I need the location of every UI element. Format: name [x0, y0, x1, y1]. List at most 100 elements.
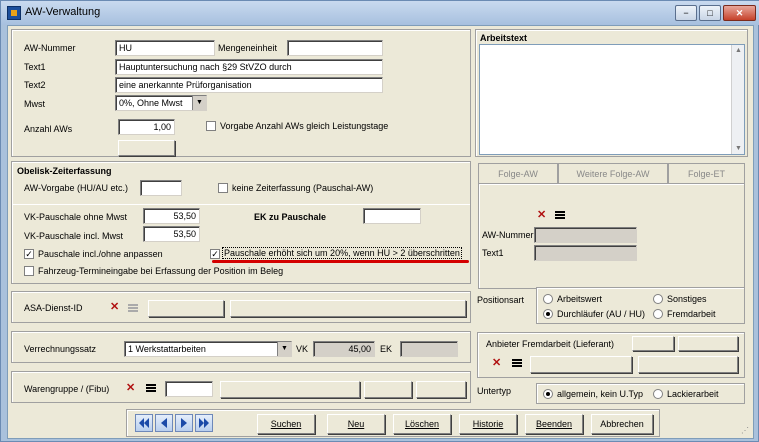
verrechnung-ek-label: EK — [380, 344, 393, 354]
scroll-up-icon[interactable]: ▲ — [735, 47, 742, 54]
mwst-select[interactable]: 0%, Ohne Mwst ▼ — [115, 95, 207, 111]
vorgabe-anzahl-label: Vorgabe Anzahl AWs gleich Leistungstage — [220, 121, 389, 131]
untertyp-label: Untertyp — [477, 386, 512, 396]
warengruppe-field-3[interactable] — [416, 381, 466, 398]
radio-allgemein[interactable] — [543, 389, 553, 399]
erhoeht-label: Pauschale erhöht sich um 20%, wenn HU > … — [222, 247, 462, 259]
radio-durchlaeufer[interactable] — [543, 309, 553, 319]
text2-label: Text2 — [24, 80, 46, 90]
radio-lackierarbeit[interactable] — [653, 389, 663, 399]
anzahl-extra-button[interactable] — [118, 140, 175, 156]
asa-id-field[interactable] — [148, 300, 224, 317]
positionsart-label: Positionsart — [477, 295, 525, 305]
historie-button[interactable]: Historie — [459, 414, 517, 434]
radio-fremdarbeit[interactable] — [653, 309, 663, 319]
text2-input[interactable]: eine anerkannte Prüforganisation — [115, 77, 383, 93]
warengruppe-field-2[interactable] — [364, 381, 412, 398]
verrechnung-vk-input[interactable]: 45,00 — [313, 341, 375, 357]
minimize-button[interactable]: − — [675, 5, 697, 21]
prev-record-icon[interactable] — [155, 414, 173, 432]
beenden-button[interactable]: Beenden — [525, 414, 583, 434]
delete-x-icon[interactable]: ✕ — [126, 381, 135, 394]
anzahl-aws-input[interactable]: 1,00 — [118, 119, 175, 135]
tab-folge-aw[interactable]: Folge-AW — [478, 163, 558, 183]
anpassen-checkbox[interactable]: ✓ — [24, 249, 34, 259]
untertyp-group: allgemein, kein U.Typ Lackierarbeit — [536, 383, 745, 404]
verrechnung-value: 1 Werkstattarbeiten — [128, 344, 206, 354]
delete-x-icon[interactable]: ✕ — [110, 300, 119, 313]
anbieter-field-2[interactable] — [678, 336, 738, 351]
mwst-label: Mwst — [24, 99, 45, 109]
termin-checkbox[interactable] — [24, 266, 34, 276]
list-icon[interactable] — [512, 359, 522, 367]
delete-x-icon[interactable]: ✕ — [492, 356, 501, 369]
arbeitstext-scrollbar[interactable]: ▲ ▼ — [731, 45, 744, 154]
aw-vorgabe-input[interactable] — [140, 180, 182, 196]
anbieter-field-1[interactable] — [632, 336, 674, 351]
neu-button-label: Neu — [347, 419, 365, 429]
aw-nummer-input[interactable]: HU — [115, 40, 215, 56]
vorgabe-anzahl-checkbox[interactable] — [206, 121, 216, 131]
mwst-value: 0%, Ohne Mwst — [119, 98, 183, 108]
scroll-down-icon[interactable]: ▼ — [735, 145, 742, 152]
radio-sonstiges[interactable] — [653, 294, 663, 304]
verrechnung-ek-input[interactable] — [400, 341, 458, 357]
resize-grip-icon[interactable]: ⋰ — [741, 426, 751, 436]
asa-text-field[interactable] — [230, 300, 466, 317]
highlight-underline — [212, 260, 469, 263]
vk-incl-label: VK-Pauschale incl. Mwst — [24, 231, 124, 241]
text1-input[interactable]: Hauptuntersuchung nach §29 StVZO durch — [115, 59, 383, 75]
folge-aw-nummer-input[interactable] — [534, 227, 637, 243]
maximize-button[interactable]: □ — [699, 5, 721, 21]
list-icon[interactable] — [555, 211, 565, 219]
anbieter-text-field[interactable] — [638, 356, 738, 373]
erhoeht-checkbox[interactable]: ✓ — [210, 249, 220, 259]
anbieter-name-field[interactable] — [530, 356, 632, 373]
keine-zeiterfassung-label: keine Zeiterfassung (Pauschal-AW) — [232, 183, 374, 193]
first-record-icon[interactable] — [135, 414, 153, 432]
chevron-down-icon[interactable]: ▼ — [277, 342, 291, 356]
anbieter-panel: Anbieter Fremdarbeit (Lieferant) ✕ — [477, 332, 745, 378]
chevron-down-icon[interactable]: ▼ — [192, 96, 206, 110]
ek-pauschale-input[interactable] — [363, 208, 421, 224]
abbrechen-button[interactable]: Abbrechen — [591, 414, 653, 434]
keine-zeiterfassung-checkbox[interactable] — [218, 183, 228, 193]
delete-x-icon[interactable]: ✕ — [537, 208, 546, 221]
positionsart-group: Arbeitswert Sonstiges Durchläufer (AU / … — [536, 287, 745, 324]
warengruppe-text-field[interactable] — [220, 381, 360, 398]
radio-arbeitswert-label: Arbeitswert — [557, 294, 603, 304]
folge-text1-label: Text1 — [482, 248, 504, 258]
folge-tabs: Folge-AW Weitere Folge-AW Folge-ET ✕ AW-… — [478, 163, 745, 289]
tab-weitere-folge-aw[interactable]: Weitere Folge-AW — [558, 163, 668, 183]
folge-text1-input[interactable] — [534, 245, 637, 261]
loeschen-button[interactable]: Löschen — [393, 414, 451, 434]
vk-incl-input[interactable]: 53,50 — [143, 226, 200, 242]
verrechnung-select[interactable]: 1 Werkstattarbeiten ▼ — [124, 341, 292, 357]
suchen-button[interactable]: Suchen — [257, 414, 315, 434]
next-record-icon[interactable] — [175, 414, 193, 432]
window-title: AW-Verwaltung — [25, 6, 101, 18]
app-icon — [7, 6, 21, 20]
radio-durchlaeufer-label: Durchläufer (AU / HU) — [557, 309, 646, 319]
neu-button[interactable]: Neu — [327, 414, 385, 434]
radio-arbeitswert[interactable] — [543, 294, 553, 304]
abbrechen-button-label: Abbrechen — [600, 419, 644, 429]
historie-button-label: Historie — [472, 419, 504, 429]
asa-label: ASA-Dienst-ID — [24, 303, 83, 313]
anzahl-aws-label: Anzahl AWs — [24, 124, 73, 134]
list-icon — [128, 304, 138, 312]
close-button[interactable]: ✕ — [723, 5, 756, 21]
last-record-icon[interactable] — [195, 414, 213, 432]
folge-aw-nummer-label: AW-Nummer — [482, 230, 534, 240]
mengeneinheit-input[interactable] — [287, 40, 383, 56]
tab-folge-et[interactable]: Folge-ET — [668, 163, 745, 183]
suchen-button-label: Suchen — [270, 419, 302, 429]
radio-allgemein-label: allgemein, kein U.Typ — [557, 389, 644, 399]
radio-sonstiges-label: Sonstiges — [667, 294, 707, 304]
verrechnung-label: Verrechnungssatz — [24, 344, 97, 354]
arbeitstext-textarea[interactable]: ▲ ▼ — [479, 44, 745, 155]
warengruppe-input[interactable] — [165, 381, 213, 397]
vk-ohne-input[interactable]: 53,50 — [143, 208, 200, 224]
list-icon[interactable] — [146, 384, 156, 392]
client-area: AW-Nummer HU Mengeneinheit Text1 Hauptun… — [7, 25, 754, 439]
